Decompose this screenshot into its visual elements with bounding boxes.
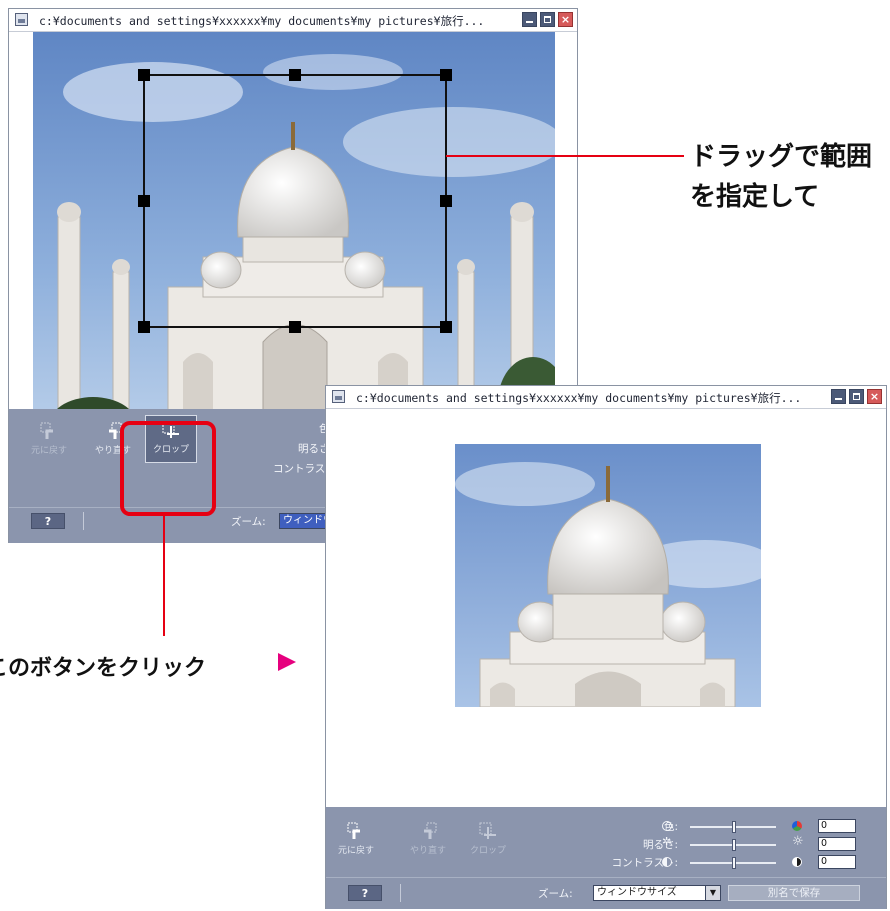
status-divider bbox=[400, 884, 401, 902]
close-button[interactable]: × bbox=[558, 12, 573, 27]
maximize-button[interactable] bbox=[849, 389, 864, 404]
edit-toolbar: 元に戻す やり直す クロップ 色: 0 明るさ: ✲ ☼ 0 コントラスト: 0 bbox=[326, 807, 886, 877]
picture-icon bbox=[15, 13, 28, 26]
chevron-down-icon[interactable]: ▼ bbox=[705, 886, 720, 900]
help-button[interactable]: ? bbox=[348, 885, 382, 901]
save-as-button[interactable]: 別名で保存 bbox=[728, 885, 860, 901]
close-button[interactable]: × bbox=[867, 389, 882, 404]
color-low-icon bbox=[662, 821, 672, 831]
crop-button[interactable]: クロップ bbox=[466, 817, 510, 861]
cropped-taj-mahal-photo bbox=[455, 444, 761, 707]
taj-mahal-photo bbox=[33, 32, 555, 432]
contrast-slider-thumb[interactable] bbox=[732, 857, 736, 869]
minimize-button[interactable] bbox=[522, 12, 537, 27]
image-canvas[interactable] bbox=[326, 409, 886, 807]
color-value-field[interactable]: 0 bbox=[818, 819, 856, 833]
click-instruction: このボタンをクリック bbox=[0, 656, 207, 681]
brightness-label: 明るさ: bbox=[642, 839, 678, 851]
window-title: c:¥documents and settings¥xxxxxx¥my docu… bbox=[39, 14, 485, 28]
zoom-select[interactable]: ウィンドウサイズ ▼ bbox=[593, 885, 721, 901]
brightness-value-field[interactable]: 0 bbox=[818, 837, 856, 851]
minimize-button[interactable] bbox=[831, 389, 846, 404]
status-bar: ? ズーム: ウィンドウサイズ ▼ 別名で保存 bbox=[326, 877, 886, 909]
brightness-low-icon: ✲ bbox=[662, 835, 672, 848]
undo-icon bbox=[346, 821, 366, 841]
undo-icon bbox=[39, 421, 59, 441]
contrast-value-field[interactable]: 0 bbox=[818, 855, 856, 869]
title-bar[interactable]: c:¥documents and settings¥xxxxxx¥my docu… bbox=[9, 9, 577, 32]
redo-icon bbox=[418, 821, 438, 841]
help-button[interactable]: ? bbox=[31, 513, 65, 529]
zoom-select-value: ウィンドウサイズ bbox=[597, 887, 677, 898]
drag-instruction-line1: ドラッグで範囲 bbox=[690, 142, 873, 172]
drag-instruction-line2: を指定して bbox=[690, 182, 820, 212]
arrow-right-icon bbox=[278, 653, 296, 671]
contrast-high-icon bbox=[792, 857, 802, 867]
undo-button[interactable]: 元に戻す bbox=[334, 817, 378, 861]
window-title: c:¥documents and settings¥xxxxxx¥my docu… bbox=[356, 391, 802, 405]
undo-button[interactable]: 元に戻す bbox=[27, 417, 71, 461]
zoom-label: ズーム: bbox=[231, 516, 266, 528]
crop-callout-line bbox=[163, 516, 165, 636]
brightness-slider-thumb[interactable] bbox=[732, 839, 736, 851]
color-high-icon bbox=[792, 821, 802, 831]
selection-callout-line bbox=[446, 155, 684, 157]
contrast-low-icon bbox=[662, 857, 672, 867]
redo-button[interactable]: やり直す bbox=[406, 817, 450, 861]
color-slider-thumb[interactable] bbox=[732, 821, 736, 833]
status-divider bbox=[83, 512, 84, 530]
title-bar[interactable]: c:¥documents and settings¥xxxxxx¥my docu… bbox=[326, 386, 886, 409]
crop-icon bbox=[478, 821, 498, 841]
picture-icon bbox=[332, 390, 345, 403]
brightness-high-icon: ☼ bbox=[792, 834, 804, 849]
image-canvas[interactable] bbox=[9, 32, 577, 432]
maximize-button[interactable] bbox=[540, 12, 555, 27]
crop-button-highlight bbox=[120, 421, 216, 516]
zoom-label: ズーム: bbox=[538, 888, 573, 900]
viewer-window-cropped: c:¥documents and settings¥xxxxxx¥my docu… bbox=[325, 385, 887, 909]
